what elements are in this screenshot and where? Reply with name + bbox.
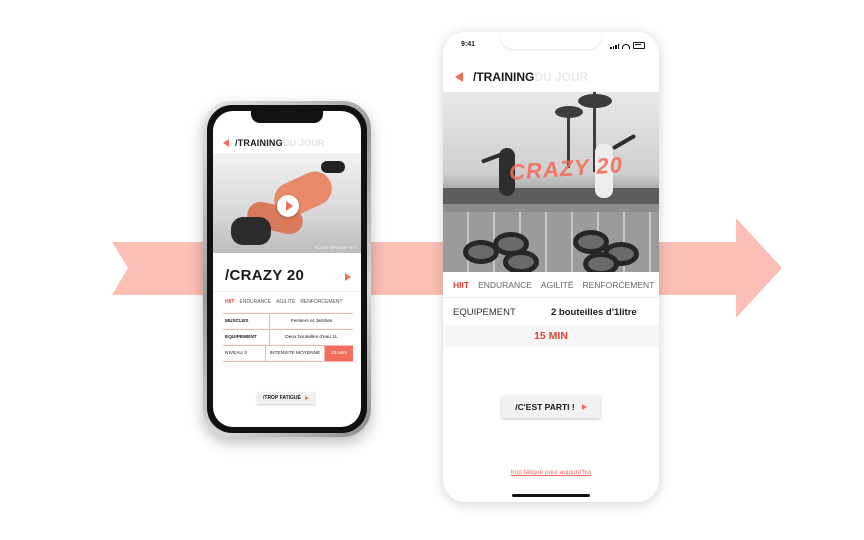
photo-tire <box>503 250 539 272</box>
details-row: MUSCLES Fessiers et Jambes <box>223 313 353 329</box>
video-figure <box>321 161 345 173</box>
play-arrow-icon <box>304 396 309 400</box>
video-figure <box>231 217 271 245</box>
phone-notch <box>251 111 323 123</box>
status-bar: 9:41 <box>461 41 645 51</box>
too-tired-link[interactable]: trop fatigué pour aujourd'hui <box>443 469 659 476</box>
photo-detail <box>578 94 612 108</box>
workout-tags: HIIT ENDURANCE AGILITÉ RENFORCEMENT <box>453 280 654 290</box>
workout-name-row[interactable]: /CRAZY 20 <box>213 261 361 292</box>
equipment-label: EQUIPEMENT <box>453 306 516 318</box>
back-arrow-icon[interactable] <box>455 72 463 82</box>
too-tired-button[interactable]: /TROP FATIGUÉ <box>257 392 315 404</box>
status-icons <box>610 42 645 49</box>
workout-details: MUSCLES Fessiers et Jambes EQUIPEMENT De… <box>223 313 353 362</box>
play-arrow-icon[interactable] <box>345 273 351 281</box>
status-time: 9:41 <box>461 41 476 48</box>
duration-badge: 15 MIN <box>325 346 353 361</box>
tag-hiit[interactable]: HIIT <box>453 280 469 290</box>
details-row: EQUIPEMENT Deux bouteilles d'eau 1L <box>223 329 353 345</box>
details-row: NIVEAU 3 INTENSITE MOYENNE 15 MIN <box>223 345 353 362</box>
muscles-label: MUSCLES <box>223 314 270 329</box>
header: /TRAININGDU JOUR <box>455 70 588 84</box>
workout-photo: CRAZY 20 <box>443 92 659 272</box>
start-button[interactable]: /C'EST PARTI ! <box>502 396 600 418</box>
home-indicator <box>512 494 590 497</box>
video-caption: GLUTE BRIDGE HIIT <box>314 246 357 250</box>
photo-tire <box>583 252 619 272</box>
duration-label: 15 MIN <box>443 325 659 347</box>
header: /TRAININGDU JOUR <box>223 137 325 149</box>
page-title: /TRAININGDU JOUR <box>473 70 589 84</box>
play-arrow-icon <box>581 404 587 410</box>
phone-right-mockup: 9:41 /TRAININGDU JOUR CRAZY 20 HIIT ENDU… <box>443 32 659 502</box>
background-arrow <box>112 218 782 318</box>
tag-endurance[interactable]: ENDURANCE <box>478 280 532 290</box>
level-label: NIVEAU 3 <box>223 346 266 361</box>
intensity-label: INTENSITE MOYENNE <box>266 346 325 361</box>
tag-agilite[interactable]: AGILITÉ <box>541 280 574 290</box>
page-title: /TRAININGDU JOUR <box>235 138 325 148</box>
equipment-value: Deux bouteilles d'eau 1L <box>285 335 338 340</box>
tag-renforcement[interactable]: RENFORCEMENT <box>300 299 342 305</box>
photo-detail <box>555 106 583 118</box>
phone-left-screen: /TRAININGDU JOUR GLUTE BRIDGE HIIT /CRAZ… <box>213 111 361 427</box>
equipment-label: EQUIPEMENT <box>223 330 270 345</box>
workout-video[interactable]: GLUTE BRIDGE HIIT <box>213 153 361 253</box>
equipment-row: EQUIPEMENT 2 bouteilles d'1litre <box>443 297 659 326</box>
workout-name: /CRAZY 20 <box>225 267 305 284</box>
photo-person <box>611 133 637 151</box>
wifi-icon <box>622 44 630 49</box>
battery-icon <box>633 42 645 49</box>
signal-icon <box>610 44 619 49</box>
tag-hiit[interactable]: HIIT <box>225 299 234 305</box>
muscles-value: Fessiers et Jambes <box>290 319 333 324</box>
too-tired-label: /TROP FATIGUÉ <box>263 395 301 401</box>
back-arrow-icon[interactable] <box>223 139 229 147</box>
phone-left-mockup: /TRAININGDU JOUR GLUTE BRIDGE HIIT /CRAZ… <box>203 101 371 437</box>
tag-renforcement[interactable]: RENFORCEMENT <box>583 280 655 290</box>
play-icon[interactable] <box>277 195 299 217</box>
start-button-label: /C'EST PARTI ! <box>515 402 575 412</box>
tag-agilite[interactable]: AGILITÉ <box>276 299 295 305</box>
photo-detail <box>443 188 659 204</box>
equipment-value: 2 bouteilles d'1litre <box>551 306 637 318</box>
tag-endurance[interactable]: ENDURANCE <box>239 299 271 305</box>
workout-tags: HIIT ENDURANCE AGILITÉ RENFORCEMENT <box>225 299 343 305</box>
